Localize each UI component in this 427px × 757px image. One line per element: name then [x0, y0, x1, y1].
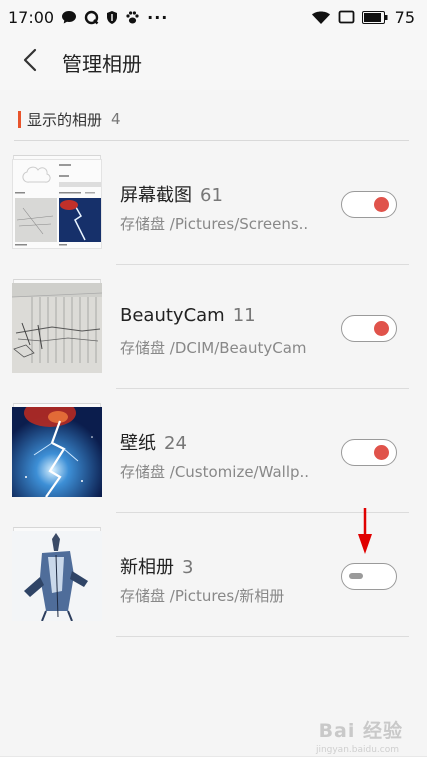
q-app-icon — [84, 10, 99, 25]
back-button[interactable] — [0, 34, 60, 90]
album-row-screenshots[interactable]: 屏幕截图 61 存储盘 /Pictures/Screens.. — [0, 141, 427, 265]
album-path: 存储盘 /Customize/Wallp.. — [120, 463, 310, 481]
chat-bubble-icon — [61, 10, 77, 25]
app-header: 管理相册 — [0, 34, 427, 90]
album-path: 存储盘 /Pictures/Screens.. — [120, 215, 309, 233]
album-thumbnail — [12, 527, 102, 621]
album-row-beautycam[interactable]: BeautyCam 11 存储盘 /DCIM/BeautyCam — [0, 265, 427, 389]
album-visibility-toggle[interactable] — [341, 191, 397, 218]
album-name: 壁纸 24 — [120, 433, 187, 454]
wifi-icon — [311, 10, 331, 25]
red-arrow-annotation — [357, 508, 373, 560]
section-count: 4 — [111, 110, 121, 128]
album-path: 存储盘 /DCIM/BeautyCam — [120, 339, 307, 357]
baidu-watermark: Bai 经验 — [318, 720, 403, 742]
section-accent-bar — [18, 110, 21, 128]
shield-icon — [106, 10, 118, 25]
toggle-knob — [374, 197, 389, 212]
more-notifications: ··· — [147, 7, 169, 27]
baidu-watermark-url: jingyan.baidu.com — [315, 745, 399, 755]
paw-icon — [125, 10, 140, 25]
screen-cast-icon — [338, 10, 355, 24]
section-header-visible-albums: 显示的相册 4 — [18, 110, 121, 129]
album-thumbnail — [12, 403, 102, 497]
album-count: 24 — [164, 433, 187, 454]
section-label: 显示的相册 — [27, 110, 103, 129]
toggle-knob — [349, 573, 363, 579]
album-path: 存储盘 /Pictures/新相册 — [120, 587, 285, 605]
album-list-content: 显示的相册 4 屏幕截图 61 存储盘 /Pictures/Screens.. … — [0, 90, 427, 757]
status-bar: 17:00 ··· 75 — [0, 0, 427, 34]
album-visibility-toggle[interactable] — [341, 563, 397, 590]
album-visibility-toggle[interactable] — [341, 439, 397, 466]
album-visibility-toggle[interactable] — [341, 315, 397, 342]
chevron-left-icon — [23, 48, 37, 76]
album-name: 新相册 3 — [120, 557, 194, 578]
album-count: 61 — [200, 185, 223, 206]
battery-level: 75 — [394, 7, 415, 27]
album-row-wallpaper[interactable]: 壁纸 24 存储盘 /Customize/Wallp.. — [0, 389, 427, 513]
album-thumbnail — [12, 279, 102, 373]
album-divider — [116, 636, 409, 637]
album-name: 屏幕截图 61 — [120, 185, 223, 206]
album-thumbnail — [12, 155, 102, 249]
toggle-knob — [374, 445, 389, 460]
battery-icon — [361, 10, 388, 24]
album-count: 11 — [232, 305, 256, 326]
page-title: 管理相册 — [62, 51, 142, 76]
status-time: 17:00 — [8, 7, 55, 27]
album-name: BeautyCam 11 — [120, 305, 256, 326]
toggle-knob — [374, 321, 389, 336]
album-count: 3 — [182, 557, 194, 578]
